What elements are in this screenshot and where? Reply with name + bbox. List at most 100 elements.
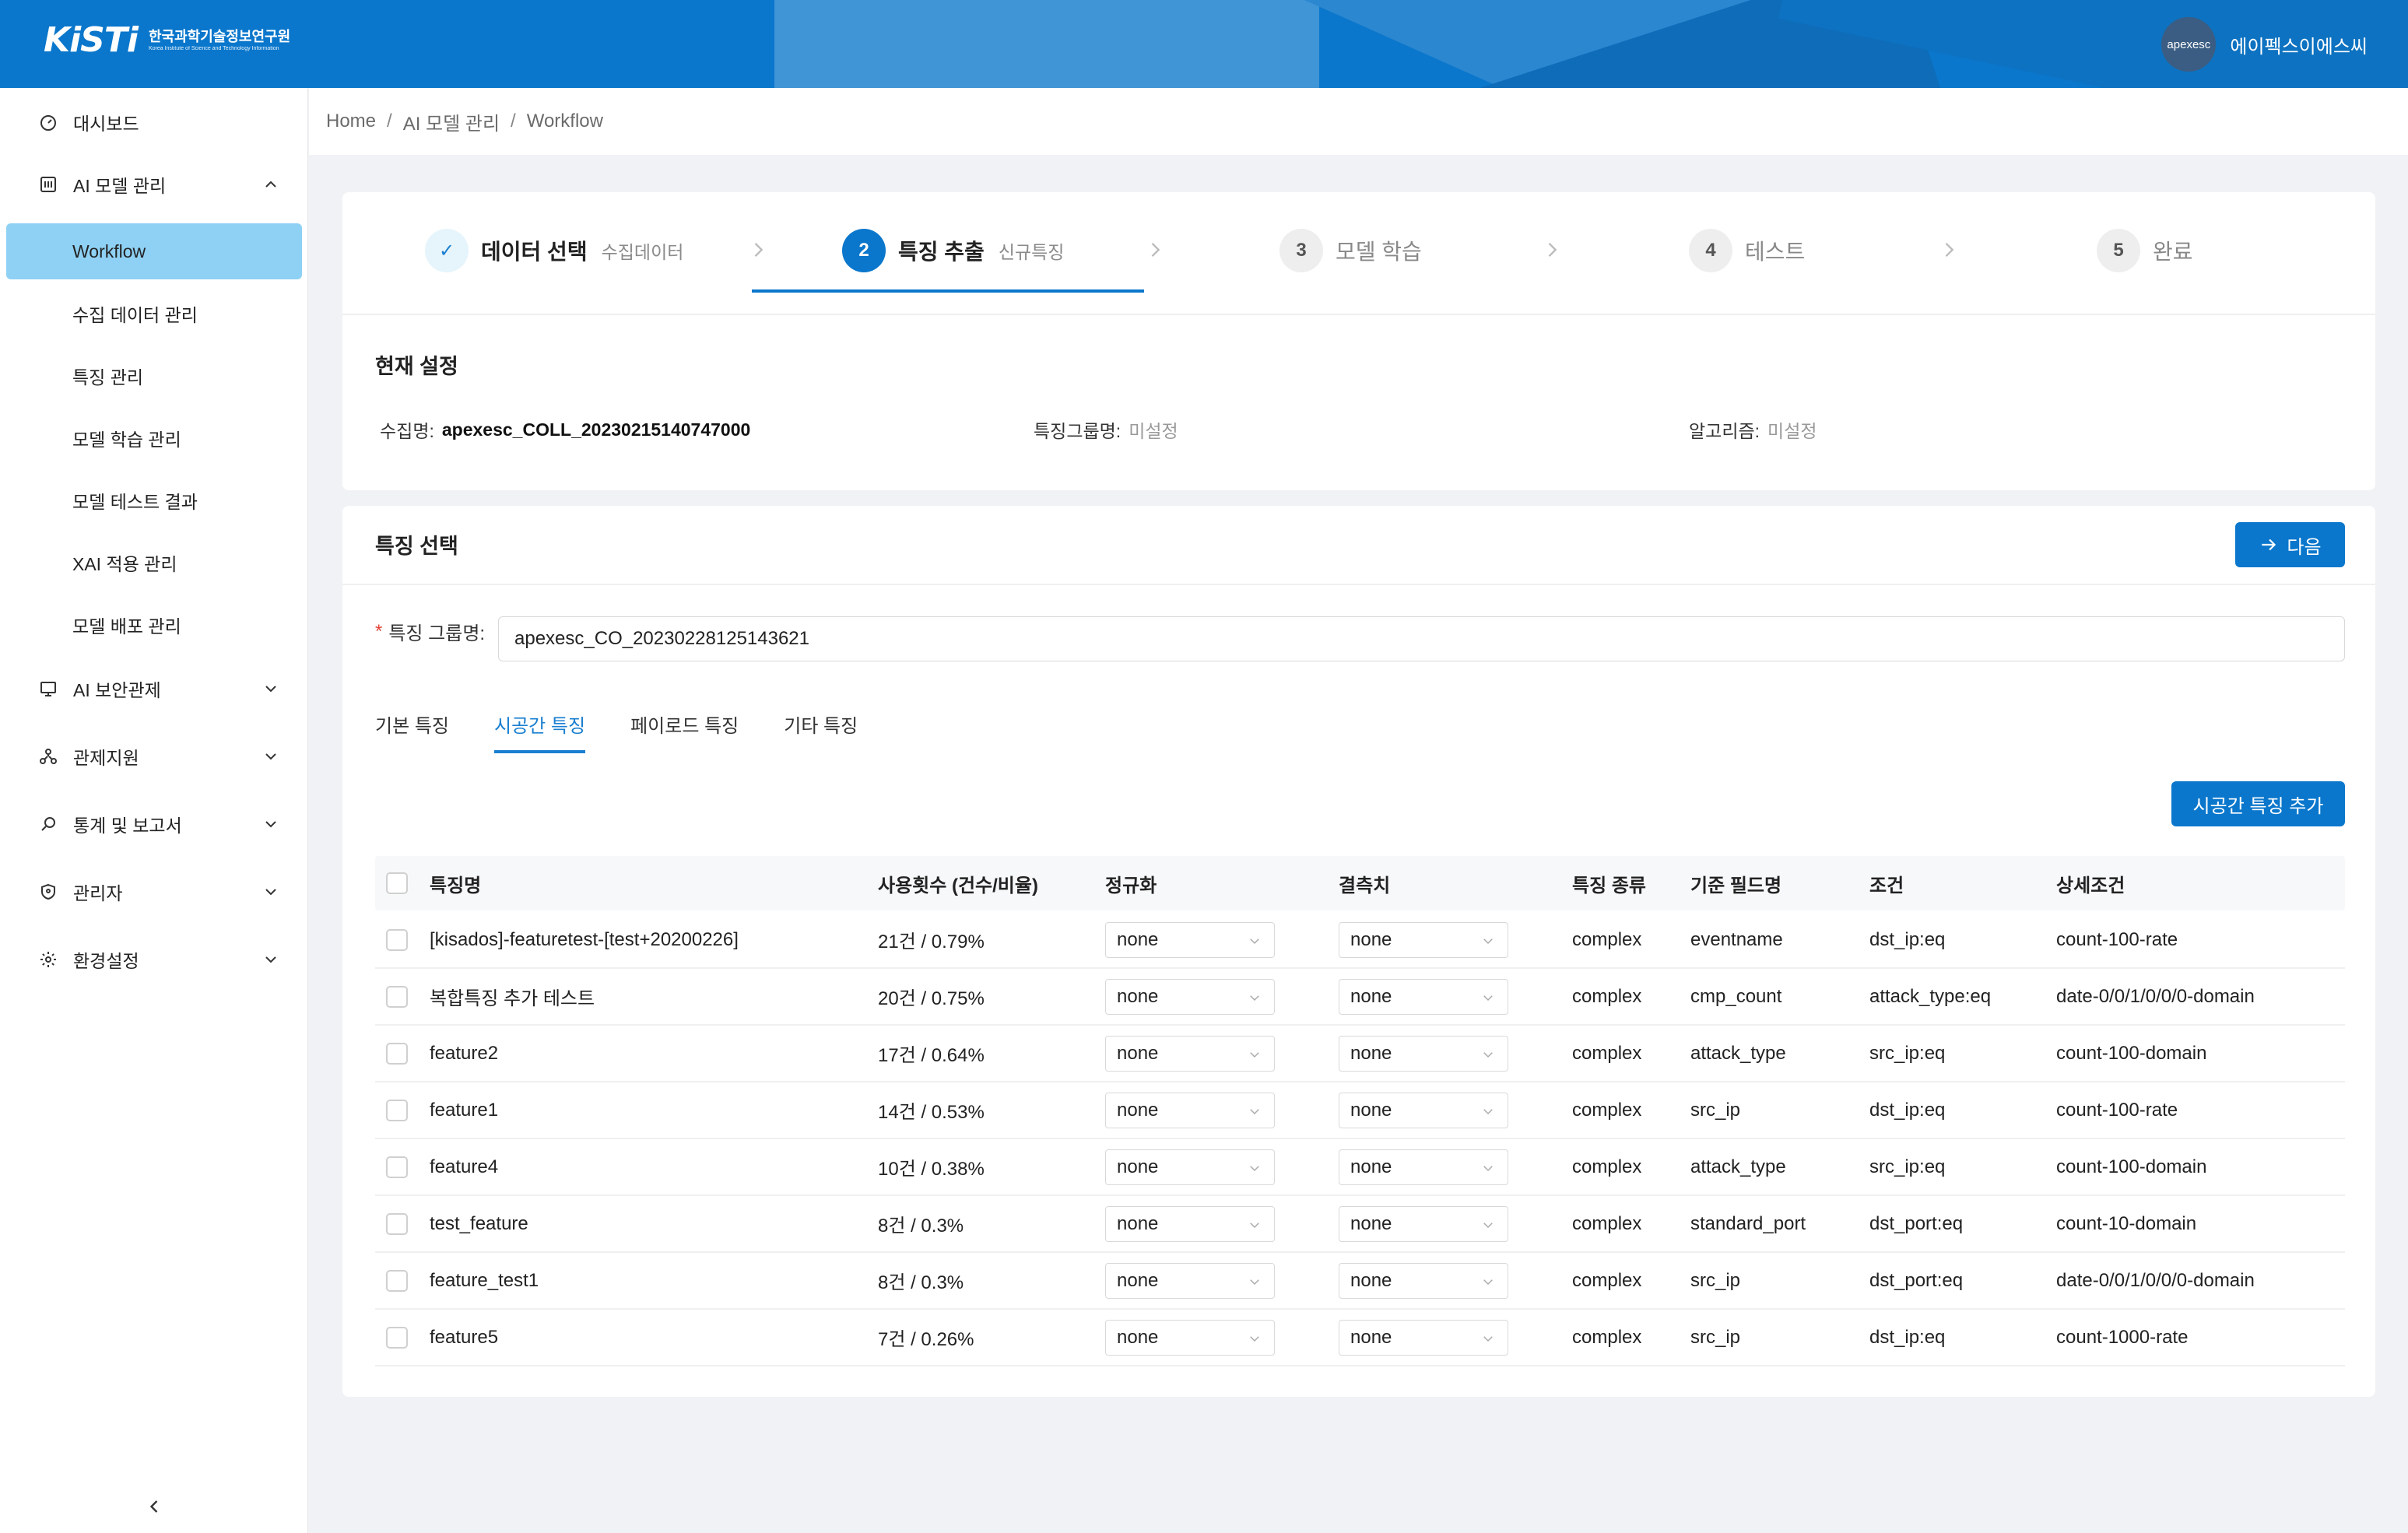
column-header[interactable]: 기준 필드명 [1690,856,1781,910]
step-complete[interactable]: 5 완료 [2097,223,2193,278]
missing-value-select[interactable]: none [1339,921,1508,958]
cell-detail: count-100-rate [2056,928,2178,950]
table-row[interactable]: feature4 10건 / 0.38% none none complex attack… [375,1139,2345,1196]
setting-label: 알고리즘: [1689,421,1760,441]
missing-value-select[interactable]: none [1339,1035,1508,1072]
chevron-down-icon [1483,1279,1493,1285]
column-header[interactable]: 특징 종류 [1572,856,1646,910]
user-menu[interactable]: apexesc 에이펙스이에스씨 [2161,17,2368,72]
tab-payload-feature[interactable]: 페이로드 특징 [630,700,739,747]
kisti-logo[interactable]: KiSTi 한국과학기술정보연구원 Korea Institute of Sci… [44,23,290,58]
normalization-select[interactable]: none [1105,1205,1275,1242]
tab-other-feature[interactable]: 기타 특징 [784,700,858,747]
normalization-select[interactable]: none [1105,1035,1275,1072]
sidebar-sub-item-model-training[interactable]: 모델 학습 관리 [0,410,308,466]
table-row[interactable]: feature_test1 8건 / 0.3% none none complex src… [375,1253,2345,1310]
cell-field: standard_port [1690,1212,1806,1234]
column-header[interactable]: 조건 [1869,856,1904,910]
sidebar-sub-item-xai[interactable]: XAI 적용 관리 [0,535,308,591]
step-data-select[interactable]: ✓ 데이터 선택 수집데이터 [425,223,683,278]
cell-kind: complex [1572,1269,1642,1291]
sidebar-sub-item-feature-management[interactable]: 특징 관리 [0,348,308,404]
select-value: none [1350,1326,1392,1348]
avatar[interactable]: apexesc [2161,17,2217,72]
sidebar-item-settings[interactable]: 환경설정 [0,928,308,991]
feature-group-name-input[interactable]: apexesc_CO_20230228125143621 [498,616,2345,661]
row-checkbox[interactable] [386,1196,408,1251]
table-row[interactable]: test_feature 8건 / 0.3% none none complex stan… [375,1196,2345,1253]
cell-detail: count-10-domain [2056,1212,2197,1234]
cell-kind: complex [1572,1156,1642,1177]
missing-value-select[interactable]: none [1339,1319,1508,1356]
sidebar-sub-item-model-deploy[interactable]: 모델 배포 관리 [0,597,308,653]
feature-select-card: 특징 선택 다음 * 특징 그룹명: apexesc_CO_2023022812… [342,506,2375,1397]
row-checkbox[interactable] [386,912,408,967]
sidebar-item-statistics[interactable]: 통계 및 보고서 [0,793,308,855]
sidebar-collapse-icon[interactable] [143,1496,165,1517]
select-value: none [1117,1269,1159,1291]
add-spatiotemporal-feature-button[interactable]: 시공간 특징 추가 [2171,781,2345,826]
sidebar-sub-item-collected-data[interactable]: 수집 데이터 관리 [0,286,308,342]
column-header[interactable]: 결측치 [1339,856,1390,910]
step-test[interactable]: 4 테스트 [1689,223,1805,278]
breadcrumb-ai-model[interactable]: AI 모델 관리 [403,108,500,135]
table-row[interactable]: feature2 17건 / 0.64% none none complex attack… [375,1026,2345,1082]
next-button[interactable]: 다음 [2235,522,2345,567]
select-all-checkbox[interactable] [386,856,408,910]
normalization-select[interactable]: none [1105,1092,1275,1128]
sidebar-item-dashboard[interactable]: 대시보드 [0,91,308,153]
missing-value-select[interactable]: none [1339,1205,1508,1242]
setting-value: apexesc_COLL_20230215140747000 [441,419,751,440]
divider [342,584,2375,585]
column-header[interactable]: 특징명 [430,856,481,910]
table-row[interactable]: feature5 7건 / 0.26% none none complex src_ip d… [375,1310,2345,1366]
sidebar: 대시보드 AI 모델 관리 Workflow 수집 데이터 관리 특징 관리 모… [0,88,308,1533]
row-checkbox[interactable] [386,1253,408,1308]
column-header[interactable]: 사용횟수 (건수/비율) [878,856,1038,910]
arrow-right-icon [2262,538,2276,551]
step-description: 신규특징 [998,242,1065,262]
sidebar-item-admin[interactable]: 관리자 [0,861,308,923]
normalization-select[interactable]: none [1105,1262,1275,1299]
cell-field: src_ip [1690,1099,1741,1121]
sidebar-item-control-support[interactable]: 관제지원 [0,725,308,788]
row-checkbox[interactable] [386,969,408,1024]
next-button-label: 다음 [2287,536,2322,558]
sidebar-item-ai-model[interactable]: AI 모델 관리 [0,153,308,216]
sidebar-sub-item-model-test-results[interactable]: 모델 테스트 결과 [0,472,308,528]
normalization-select[interactable]: none [1105,1149,1275,1185]
sidebar-item-label: AI 모델 관리 [73,176,167,196]
sidebar-item-ai-security[interactable]: AI 보안관제 [0,658,308,720]
sidebar-sub-item-label: 모델 학습 관리 [72,430,181,450]
user-name[interactable]: 에이펙스이에스씨 [2230,31,2368,58]
step-feature-extract[interactable]: 2 특징 추출 신규특징 [842,223,1064,278]
select-value: none [1350,985,1392,1007]
table-row[interactable]: 복합특징 추가 테스트 20건 / 0.75% none none complex cmp… [375,969,2345,1026]
row-checkbox[interactable] [386,1310,408,1365]
sidebar-sub-item-workflow[interactable]: Workflow [6,223,302,279]
row-checkbox[interactable] [386,1082,408,1138]
table-row[interactable]: [kisados]-featuretest-[test+20200226] 21건… [375,912,2345,969]
chevron-down-icon [1483,1335,1493,1342]
row-checkbox[interactable] [386,1139,408,1194]
column-header[interactable]: 상세조건 [2056,856,2125,910]
normalization-select[interactable]: none [1105,978,1275,1015]
chevron-right-icon [1945,243,1954,257]
missing-value-select[interactable]: none [1339,978,1508,1015]
normalization-select[interactable]: none [1105,1319,1275,1356]
feature-tabs: 기본 특징 시공간 특징 페이로드 특징 기타 특징 [375,700,903,753]
missing-value-select[interactable]: none [1339,1262,1508,1299]
step-model-training[interactable]: 3 모델 학습 [1279,223,1422,278]
chevron-down-icon [1250,1165,1259,1171]
breadcrumb-home[interactable]: Home [326,111,376,132]
missing-value-select[interactable]: none [1339,1092,1508,1128]
breadcrumb: Home / AI 모델 관리 / Workflow [309,88,2408,155]
tab-basic-feature[interactable]: 기본 특징 [375,700,449,747]
cell-cond: dst_ip:eq [1869,1099,1946,1121]
missing-value-select[interactable]: none [1339,1149,1508,1185]
tab-spatiotemporal-feature[interactable]: 시공간 특징 [494,700,586,753]
row-checkbox[interactable] [386,1026,408,1081]
column-header[interactable]: 정규화 [1105,856,1157,910]
table-row[interactable]: feature1 14건 / 0.53% none none complex src_ip… [375,1082,2345,1139]
normalization-select[interactable]: none [1105,921,1275,958]
